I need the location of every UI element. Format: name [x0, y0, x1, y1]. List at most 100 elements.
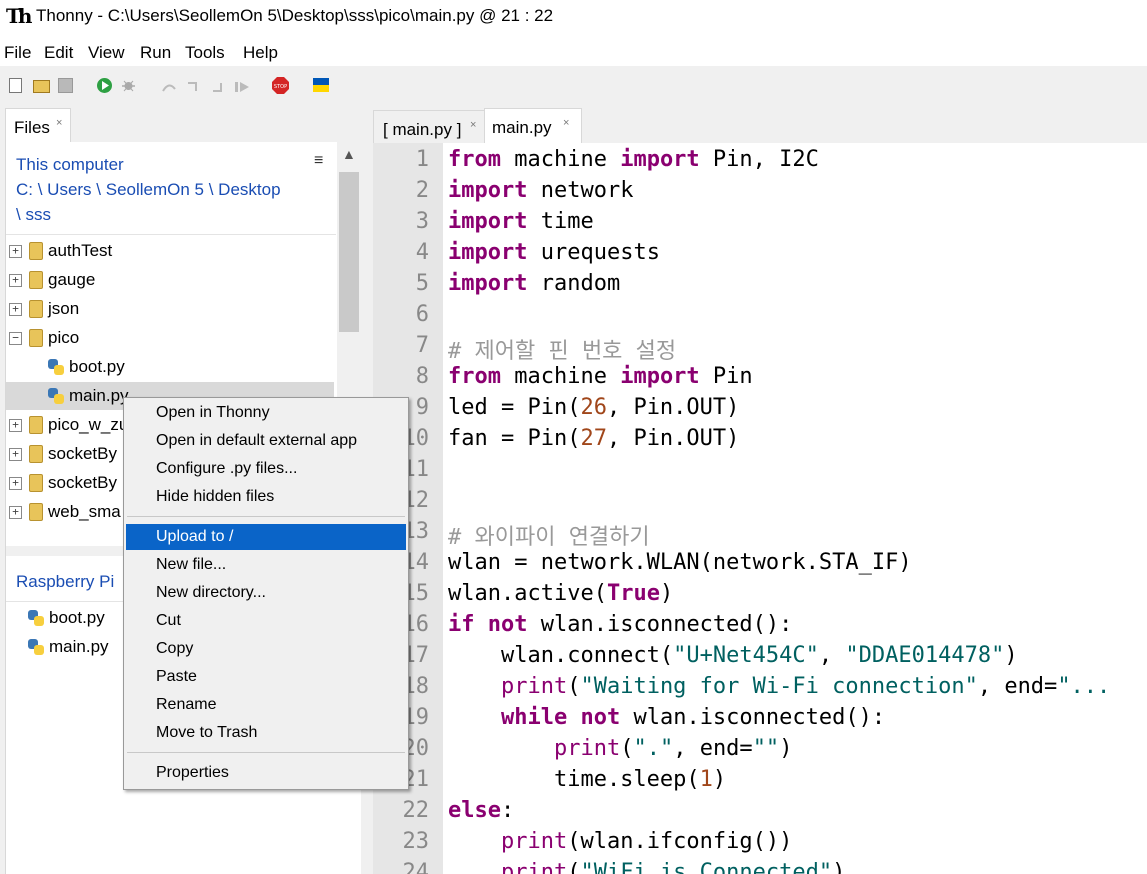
folder-icon	[29, 242, 43, 260]
close-icon[interactable]: ×	[56, 117, 62, 129]
expand-icon[interactable]: +	[9, 506, 22, 519]
menu-help[interactable]: Help	[243, 43, 278, 63]
menu-file[interactable]: File	[4, 43, 31, 63]
menu-view[interactable]: View	[88, 43, 125, 63]
tree-item-authtest[interactable]: + authTest	[6, 237, 334, 265]
code-line[interactable]: else:	[448, 798, 514, 823]
code-line[interactable]: wlan.connect("U+Net454C", "DDAE014478")	[448, 643, 1018, 668]
editor-tab-main-py[interactable]: main.py ×	[484, 108, 582, 144]
debug-icon[interactable]	[121, 78, 136, 93]
stop-label: STOP	[274, 84, 287, 90]
thonny-logo-icon: Th	[6, 4, 32, 28]
code-line[interactable]: while not wlan.isconnected():	[448, 705, 885, 730]
code-line[interactable]: import time	[448, 209, 594, 234]
tree-item-pico[interactable]: − pico	[6, 324, 334, 352]
code-line[interactable]: import network	[448, 178, 633, 203]
title-bar: Th Thonny - C:\Users\SeollemOn 5\Desktop…	[0, 0, 1147, 34]
expand-icon[interactable]: +	[9, 274, 22, 287]
save-icon[interactable]	[58, 78, 73, 93]
menu-item-paste[interactable]: Paste	[126, 664, 406, 690]
close-icon[interactable]: ×	[563, 117, 569, 129]
menu-item-properties[interactable]: Properties	[126, 760, 406, 786]
folder-icon	[29, 416, 43, 434]
code-line[interactable]: import urequests	[448, 240, 660, 265]
run-icon[interactable]	[97, 78, 112, 93]
hamburger-menu-icon[interactable]: ≡	[314, 152, 323, 170]
menu-separator	[127, 516, 405, 517]
tree-item-label: socketBy	[48, 444, 117, 463]
open-file-icon[interactable]	[33, 80, 50, 93]
menu-item-copy[interactable]: Copy	[126, 636, 406, 662]
expand-icon[interactable]: +	[9, 419, 22, 432]
menu-item-new-file[interactable]: New file...	[126, 552, 406, 578]
scroll-up-icon[interactable]: ▲	[342, 146, 356, 162]
code-line[interactable]: if not wlan.isconnected():	[448, 612, 792, 637]
line-number: 1	[415, 147, 429, 172]
menu-item-rename[interactable]: Rename	[126, 692, 406, 718]
menu-item-upload[interactable]: Upload to /	[126, 524, 406, 550]
ukraine-flag-icon[interactable]	[313, 78, 329, 92]
tree-item-json[interactable]: + json	[6, 295, 334, 323]
tree-item-gauge[interactable]: + gauge	[6, 266, 334, 294]
menu-item-hide-hidden[interactable]: Hide hidden files	[126, 484, 406, 510]
computer-path-breadcrumb-2[interactable]: \ sss	[16, 205, 51, 225]
python-file-icon	[28, 639, 44, 655]
collapse-icon[interactable]: −	[9, 332, 22, 345]
expand-icon[interactable]: +	[9, 245, 22, 258]
line-number: 3	[415, 209, 429, 234]
menu-item-cut[interactable]: Cut	[126, 608, 406, 634]
tree-item-boot-py[interactable]: boot.py	[6, 353, 334, 381]
step-out-icon[interactable]	[211, 80, 227, 92]
menu-item-move-to-trash[interactable]: Move to Trash	[126, 720, 406, 746]
tree-item-label: authTest	[48, 241, 113, 260]
expand-icon[interactable]: +	[9, 303, 22, 316]
menu-item-configure-py[interactable]: Configure .py files...	[126, 456, 406, 482]
code-line[interactable]: wlan = network.WLAN(network.STA_IF)	[448, 550, 912, 575]
menu-item-open-external[interactable]: Open in default external app	[126, 428, 406, 454]
code-line[interactable]: print("Waiting for Wi-Fi connection", en…	[448, 674, 1110, 699]
code-line[interactable]: from machine import Pin, I2C	[448, 147, 819, 172]
line-number: 9	[415, 395, 429, 420]
folder-icon	[29, 329, 43, 347]
tree-item-label: boot.py	[69, 357, 125, 376]
code-line[interactable]: print(wlan.ifconfig())	[448, 829, 792, 854]
step-into-icon[interactable]	[186, 80, 202, 92]
code-line[interactable]: led = Pin(26, Pin.OUT)	[448, 395, 739, 420]
line-number: 4	[415, 240, 429, 265]
resume-icon[interactable]	[234, 80, 250, 92]
scrollbar-thumb[interactable]	[339, 172, 359, 332]
new-file-icon[interactable]	[9, 78, 22, 93]
folder-icon	[29, 300, 43, 318]
folder-icon	[29, 271, 43, 289]
menu-tools[interactable]: Tools	[185, 43, 225, 63]
code-line[interactable]: # 와이파이 연결하기	[448, 519, 650, 551]
code-line[interactable]: time.sleep(1)	[448, 767, 726, 792]
code-line[interactable]: import random	[448, 271, 620, 296]
window-title: Thonny - C:\Users\SeollemOn 5\Desktop\ss…	[36, 6, 554, 25]
files-tab[interactable]: Files ×	[5, 108, 71, 143]
code-line[interactable]: print("WiFi is Connected")	[448, 860, 845, 874]
line-number: 2	[415, 178, 429, 203]
code-line[interactable]: print(".", end="")	[448, 736, 792, 761]
computer-path-breadcrumb[interactable]: C: \ Users \ SeollemOn 5 \ Desktop	[16, 180, 281, 200]
code-editor[interactable]: from machine import Pin, I2C import netwo…	[443, 143, 1147, 874]
step-over-icon[interactable]	[161, 80, 177, 92]
close-icon[interactable]: ×	[470, 119, 476, 131]
menu-edit[interactable]: Edit	[44, 43, 73, 63]
code-line[interactable]: from machine import Pin	[448, 364, 753, 389]
tree-item-label: pico	[48, 328, 80, 347]
menu-item-open-in-thonny[interactable]: Open in Thonny	[126, 400, 406, 426]
menu-run[interactable]: Run	[140, 43, 171, 63]
expand-icon[interactable]: +	[9, 448, 22, 461]
code-line[interactable]: # 제어할 핀 번호 설정	[448, 333, 676, 365]
line-number: 6	[415, 302, 429, 327]
tree-item-label: json	[48, 299, 80, 318]
code-line[interactable]: fan = Pin(27, Pin.OUT)	[448, 426, 739, 451]
menu-item-new-directory[interactable]: New directory...	[126, 580, 406, 606]
raspberry-pi-header: Raspberry Pi	[16, 572, 115, 591]
folder-icon	[29, 445, 43, 463]
expand-icon[interactable]: +	[9, 477, 22, 490]
code-line[interactable]: wlan.active(True)	[448, 581, 673, 606]
editor-tab-remote-main-py[interactable]: [ main.py ] ×	[373, 110, 485, 144]
stop-icon[interactable]: STOP	[272, 77, 289, 94]
